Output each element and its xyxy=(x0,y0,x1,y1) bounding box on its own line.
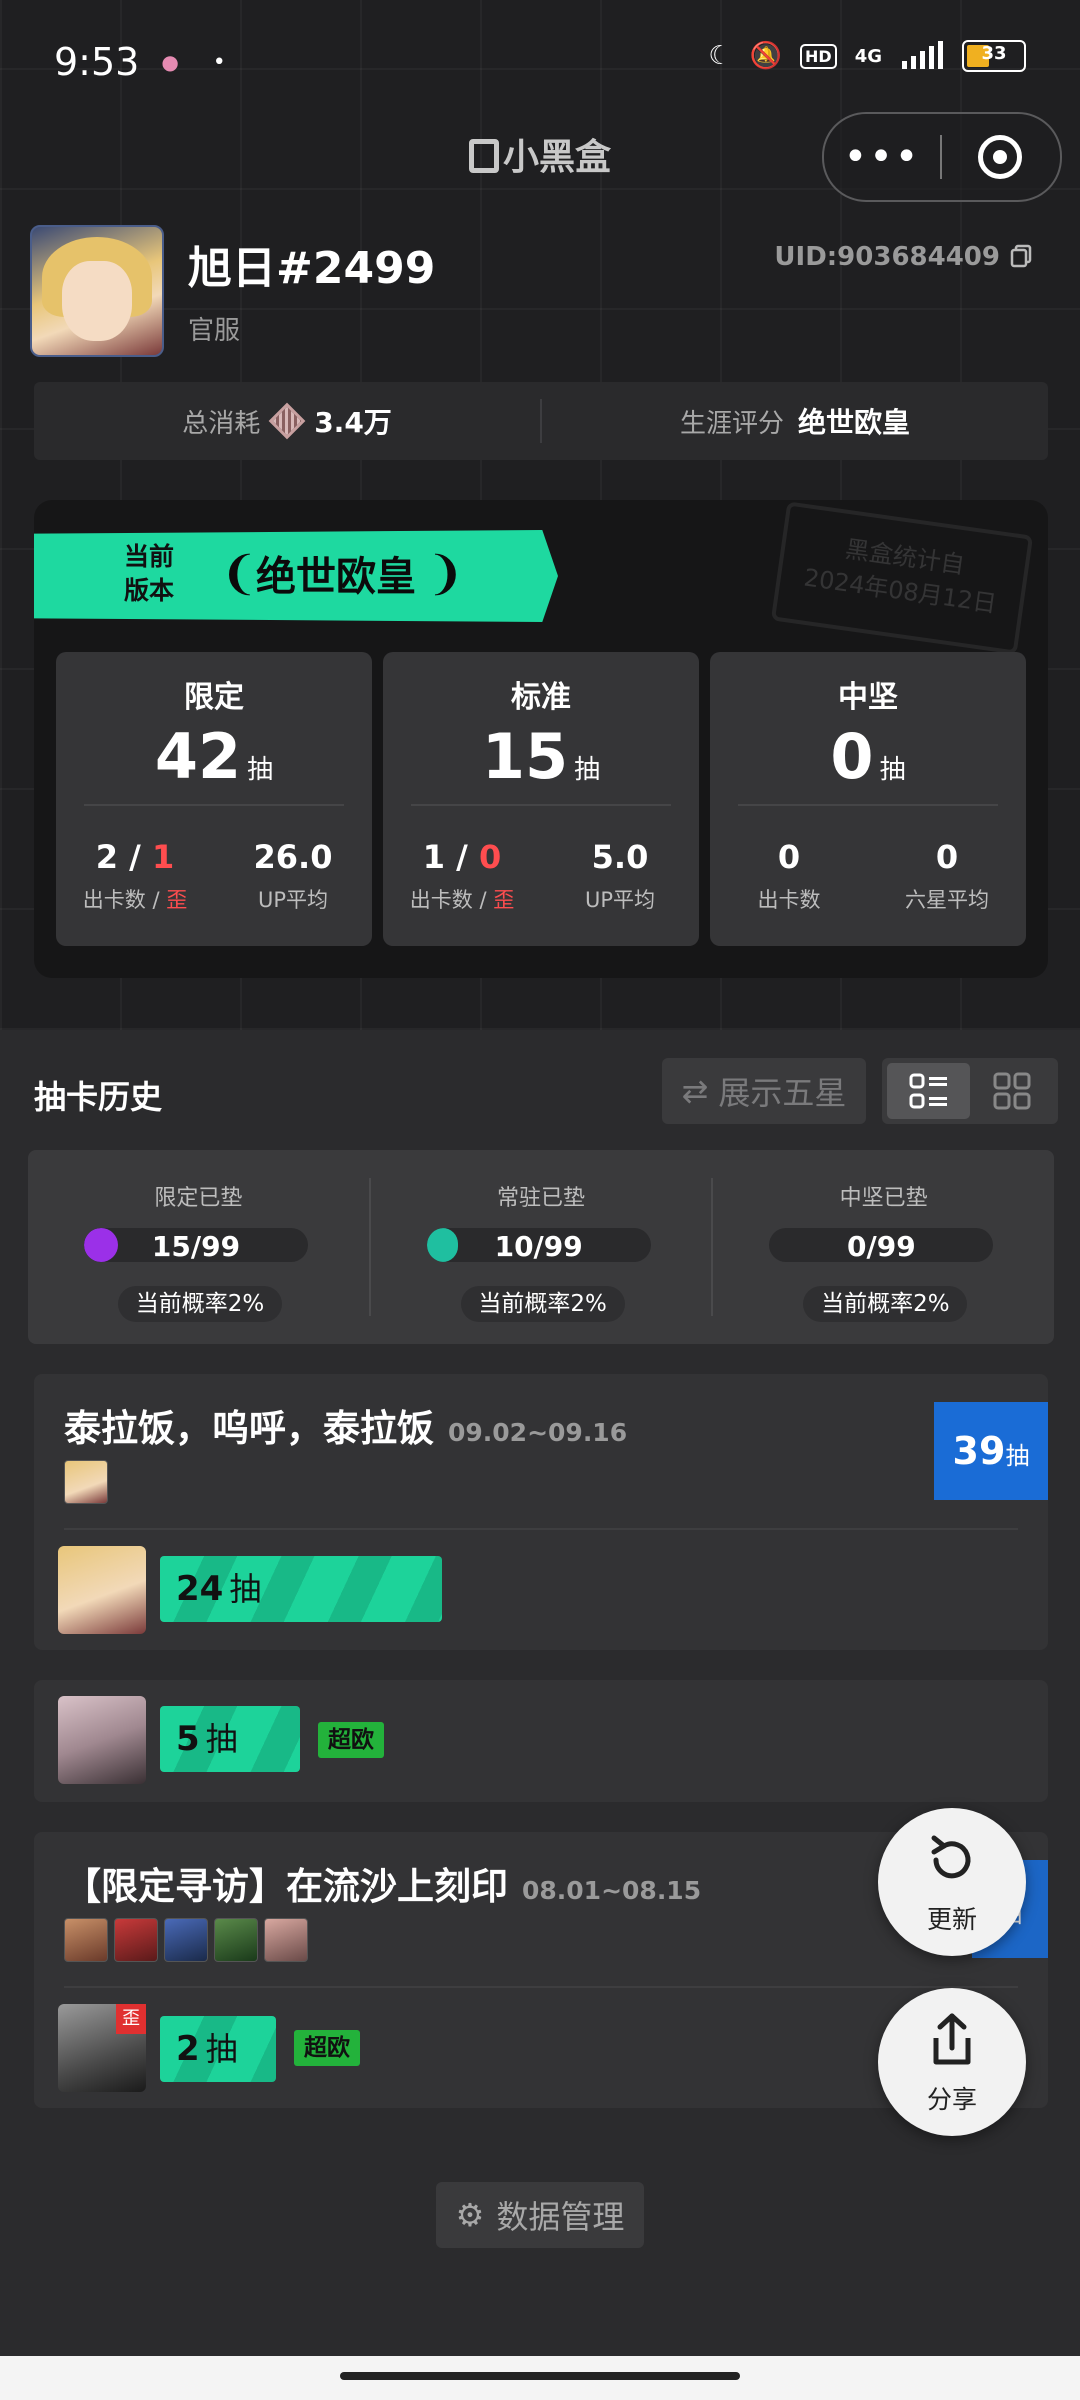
career-score-label: 生涯评分 xyxy=(679,408,784,439)
uid-label: UID:903684409 xyxy=(774,242,1000,272)
banner-dates: 09.02~09.16 xyxy=(448,1418,628,1447)
gear-icon: ⚙ xyxy=(455,2196,485,2234)
operator-thumb xyxy=(114,1918,158,1962)
status-bar: 9:53 ● • ☾ 🔕 HD 4G 33 xyxy=(54,36,1026,88)
pool-core: 中坚 0抽 0 出卡数 0 六星平均 xyxy=(710,652,1026,946)
pull-bar: 2抽 xyxy=(160,2016,276,2082)
home-indicator[interactable] xyxy=(340,2372,740,2380)
data-management-button[interactable]: ⚙ 数据管理 xyxy=(436,2182,644,2248)
copy-icon[interactable] xyxy=(1010,244,1032,268)
username: 旭日#2499 xyxy=(188,243,436,294)
pool-limited: 限定 42 抽 2 / 1 出卡数 / 歪 26.0 UP平均 xyxy=(56,652,372,946)
operator-thumb xyxy=(64,1460,108,1504)
refresh-icon xyxy=(931,1835,971,1879)
view-mode-toggle xyxy=(882,1058,1058,1124)
operator-avatar xyxy=(58,1546,146,1634)
total-spend-value: 3.4万 xyxy=(314,406,392,439)
ribbon-label-line2: 版本 xyxy=(124,576,175,605)
notification-icon: ● xyxy=(161,50,179,74)
pull-bar: 5抽 xyxy=(160,1706,300,1772)
target-icon xyxy=(978,135,1022,179)
pity-limited: 限定已垫 15/99 当前概率2% xyxy=(28,1150,369,1344)
refresh-button[interactable]: 更新 xyxy=(878,1808,1026,1956)
laurel-left-icon: ❨ xyxy=(220,546,259,600)
operator-thumb xyxy=(264,1918,308,1962)
clock: 9:53 xyxy=(54,40,140,84)
dot-icon: • xyxy=(212,49,226,75)
brand-logo-icon xyxy=(468,139,499,173)
luck-tag: 超欧 xyxy=(318,1722,384,1758)
banner-name: 【限定寻访】在流沙上刻印 xyxy=(64,1865,508,1908)
off-banner-badge: 歪 xyxy=(116,2004,146,2034)
luck-tag: 超欧 xyxy=(294,2030,360,2066)
operator-thumb xyxy=(214,1918,258,1962)
mute-icon: 🔕 xyxy=(749,41,783,71)
stats-stamp: 黑盒统计自 2024年08月12日 xyxy=(770,501,1034,655)
gem-icon xyxy=(268,402,306,440)
version-summary-card: 当前版本 ❨ 绝世欧皇 ❩ 黑盒统计自 2024年08月12日 限定 42 抽 2… xyxy=(34,500,1048,978)
battery-icon: 33 xyxy=(962,40,1026,72)
history-title: 抽卡历史 xyxy=(34,1078,163,1116)
list-view-button[interactable] xyxy=(887,1063,970,1119)
pull-bar: 24 抽 xyxy=(160,1556,442,1622)
close-miniprogram-button[interactable] xyxy=(942,135,1058,179)
hd-icon: HD xyxy=(800,43,837,69)
profile-stats-bar: 总消耗 3.4万 生涯评分 绝世欧皇 xyxy=(34,382,1048,460)
moon-icon: ☾ xyxy=(708,41,732,71)
laurel-right-icon: ❩ xyxy=(426,546,465,600)
more-button[interactable]: ••• xyxy=(824,134,940,180)
share-icon xyxy=(933,2013,971,2065)
server-label: 官服 xyxy=(188,316,241,346)
banner-card[interactable]: 泰拉饭，呜呼，泰拉饭 09.02~09.16 39抽 24 抽 xyxy=(34,1374,1048,1650)
banner-card[interactable]: 5抽 超欧 xyxy=(34,1680,1048,1802)
pity-standard: 常驻已垫 10/99 当前概率2% xyxy=(371,1150,712,1344)
operator-avatar xyxy=(58,1696,146,1784)
pool-standard: 标准 15 抽 1 / 0 出卡数 / 歪 5.0 UP平均 xyxy=(383,652,699,946)
ribbon-label-line1: 当前 xyxy=(124,542,175,571)
swap-icon: ⇄ xyxy=(681,1072,709,1110)
list-icon xyxy=(909,1073,947,1109)
pity-core: 中坚已垫 0/99 当前概率2% xyxy=(713,1150,1054,1344)
show-five-star-button[interactable]: ⇄ 展示五星 xyxy=(662,1058,866,1124)
banner-total-pulls: 39抽 xyxy=(934,1402,1048,1500)
network-label: 4G xyxy=(854,45,882,67)
grid-view-button[interactable] xyxy=(970,1063,1053,1119)
share-button[interactable]: 分享 xyxy=(878,1988,1026,2136)
operator-thumb xyxy=(164,1918,208,1962)
avatar[interactable] xyxy=(30,225,164,357)
mini-program-capsule: ••• xyxy=(822,112,1062,202)
total-spend-label: 总消耗 xyxy=(182,408,261,439)
banner-dates: 08.01~08.15 xyxy=(522,1876,702,1905)
grid-icon xyxy=(993,1072,1030,1110)
career-score-value: 绝世欧皇 xyxy=(798,406,911,439)
version-title: 绝世欧皇 xyxy=(256,554,416,600)
pity-panel: 限定已垫 15/99 当前概率2% 常驻已垫 10/99 当前概率2% 中坚已垫… xyxy=(28,1150,1054,1344)
version-ribbon: 当前版本 ❨ 绝世欧皇 ❩ xyxy=(34,530,558,622)
operator-thumb xyxy=(64,1918,108,1962)
signal-icon xyxy=(902,41,943,69)
banner-name: 泰拉饭，呜呼，泰拉饭 xyxy=(64,1407,434,1450)
